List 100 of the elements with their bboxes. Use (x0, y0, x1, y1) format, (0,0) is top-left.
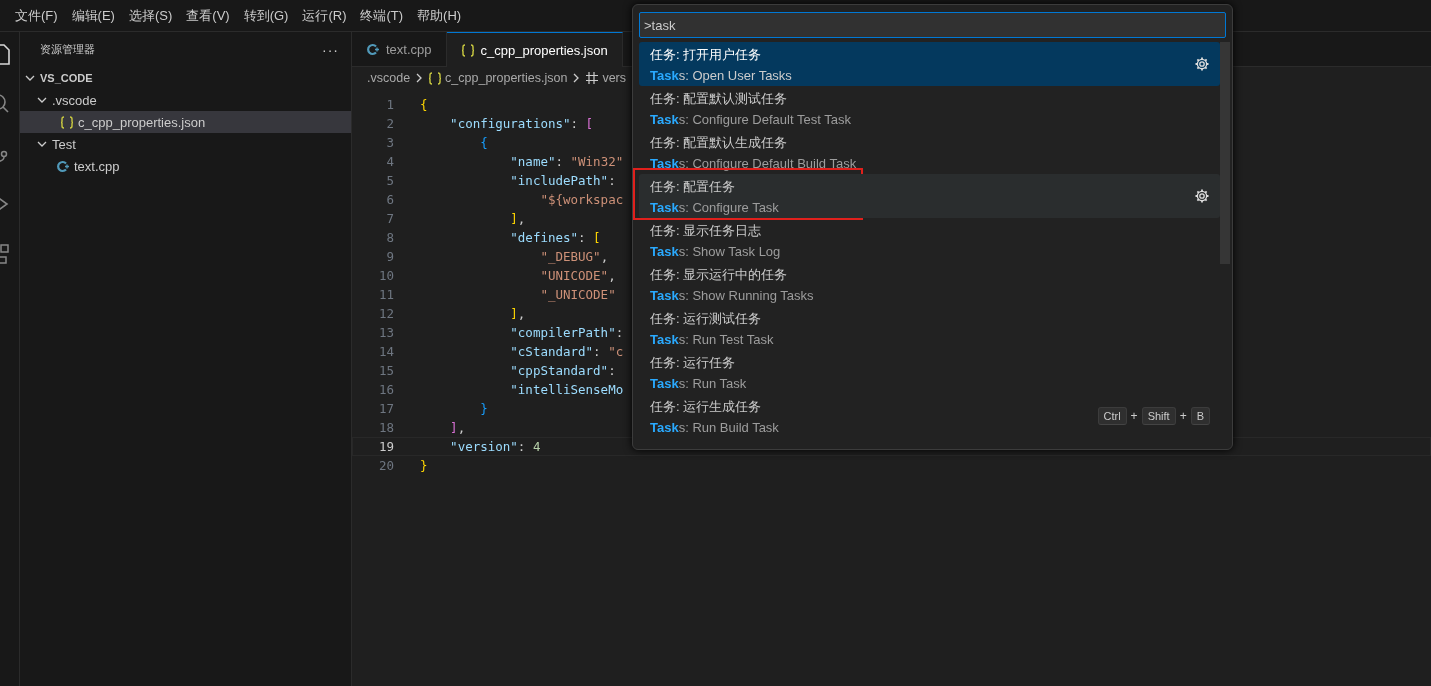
command-item[interactable]: 任务: 显示任务日志 Tasks: Show Task Log (639, 218, 1220, 262)
scrollbar-thumb[interactable] (1220, 42, 1230, 264)
menu-item[interactable]: 查看(V) (179, 6, 237, 25)
key-cap: B (1190, 407, 1210, 425)
code-line: "${workspac (539, 192, 624, 207)
breadcrumb-item[interactable]: vers (602, 71, 626, 85)
command-label: 任务: 配置默认生成任务 (650, 133, 789, 152)
line-number: 6 (385, 192, 395, 207)
hash-icon (585, 71, 600, 85)
command-detail: Tasks: Show Running Tasks (650, 287, 815, 303)
command-label: 任务: 显示任务日志 (650, 221, 763, 240)
line-number: 8 (385, 230, 395, 245)
plus-sign: + (1179, 409, 1187, 423)
command-label: 任务: 运行测试任务 (650, 309, 763, 328)
command-detail: Tasks: Configure Default Build Task (650, 155, 858, 171)
plus-sign: + (1130, 409, 1138, 423)
code-line: "version": 4 (449, 439, 541, 454)
menu-item[interactable]: 转到(G) (236, 6, 296, 25)
command-label: 任务: 显示运行中的任务 (650, 265, 789, 284)
panel-title: 资源管理器 (40, 42, 95, 57)
key-cap: Shift (1141, 407, 1176, 425)
menu-item[interactable]: 文件(F) (8, 6, 65, 25)
code-line: "configurations": [ (449, 116, 594, 131)
line-number: 1 (385, 97, 395, 112)
code-line: "name": "Win32" (509, 154, 624, 169)
line-number: 14 (377, 344, 395, 359)
line-number: 9 (385, 249, 395, 264)
command-item[interactable]: 任务: 运行测试任务 Tasks: Run Test Task (639, 306, 1220, 350)
code-line: "intelliSenseMo (509, 382, 624, 397)
command-item[interactable]: 任务: 配置默认测试任务 Tasks: Configure Default Test Task (639, 86, 1220, 130)
breadcrumb-item[interactable]: c_cpp_properties.json (445, 71, 568, 85)
command-label: 任务: 运行生成任务 (650, 397, 763, 416)
menu-item[interactable]: 编辑(E) (64, 6, 122, 25)
line-number: 2 (385, 116, 395, 131)
tree-item[interactable]: text.cpp (20, 155, 351, 177)
menu-item[interactable]: 帮助(H) (410, 6, 469, 25)
menu-item[interactable]: 终端(T) (353, 6, 411, 25)
line-number: 20 (377, 458, 395, 473)
braces-icon (428, 70, 443, 86)
command-label: 任务: 运行任务 (650, 353, 737, 372)
line-number: 12 (377, 306, 395, 321)
tree-item[interactable]: VS_CODE (20, 67, 351, 89)
command-detail: Tasks: Run Build Task (650, 419, 780, 435)
line-number: 4 (385, 154, 395, 169)
c-plus-icon (56, 158, 70, 174)
line-number: 3 (385, 135, 395, 150)
line-number: 11 (377, 287, 395, 302)
code-line: "cStandard": "c (509, 344, 624, 359)
key-cap: Ctrl (1097, 407, 1127, 425)
command-item[interactable]: 任务: 运行任务 Tasks: Run Task (639, 350, 1220, 394)
line-number: 10 (377, 268, 395, 283)
code-line: "UNICODE", (539, 268, 616, 283)
command-item[interactable]: 任务: 配置默认生成任务 Tasks: Configure Default Build Task (639, 130, 1220, 174)
code-line: "_DEBUG", (539, 249, 609, 264)
code-line: { (420, 97, 428, 112)
command-detail: Tasks: Open User Tasks (650, 67, 793, 83)
code-line: "compilerPath": (509, 325, 624, 340)
command-item[interactable]: 任务: 运行生成任务 Tasks: Run Build Task Ctrl + Shift + B (639, 394, 1220, 438)
tree-item[interactable]: c_cpp_properties.json (20, 111, 351, 133)
line-number: 15 (377, 363, 395, 378)
line-number: 17 (377, 401, 395, 416)
menu-item[interactable]: 选择(S) (121, 6, 180, 25)
editor-tab[interactable]: c_cpp_properties.json (446, 32, 623, 67)
line-number: 5 (385, 173, 395, 188)
command-label: 任务: 配置默认测试任务 (650, 89, 789, 108)
command-item[interactable]: 任务: 打开用户任务 Tasks: Open User Tasks (639, 42, 1220, 86)
command-detail: Tasks: Show Task Log (650, 243, 782, 259)
line-number: 18 (377, 420, 395, 435)
line-number: 19 (377, 439, 395, 454)
code-line: "defines": [ (509, 230, 601, 245)
code-line: } (479, 401, 488, 416)
command-label: 任务: 打开用户任务 (650, 45, 763, 64)
command-item[interactable]: 任务: 显示运行中的任务 Tasks: Show Running Tasks (639, 262, 1220, 306)
command-detail: Tasks: Run Test Task (650, 331, 775, 347)
code-line: "includePath": (509, 173, 616, 188)
line-number: 13 (377, 325, 395, 340)
code-line: "cppStandard": (509, 363, 616, 378)
code-line: } (420, 458, 428, 473)
code-line: ], (509, 306, 526, 321)
c-plus-icon (366, 41, 380, 57)
tree-item[interactable]: Test (20, 133, 351, 155)
braces-icon (460, 42, 475, 58)
code-line: "_UNICODE" (539, 287, 616, 302)
tree-item[interactable]: .vscode (20, 89, 351, 111)
code-line: { (479, 135, 488, 150)
command-label: 任务: 配置任务 (650, 177, 737, 196)
editor-tab[interactable]: text.cpp (352, 32, 447, 66)
menu-item[interactable]: 运行(R) (295, 6, 354, 25)
more-actions-button[interactable]: ··· (322, 41, 339, 58)
command-detail: Tasks: Configure Default Test Task (650, 111, 852, 127)
breadcrumb-item[interactable]: .vscode (367, 71, 411, 85)
line-number: 16 (377, 382, 395, 397)
command-input[interactable]: >task (639, 12, 1226, 38)
command-item[interactable]: 任务: 配置任务 Tasks: Configure Task (639, 174, 1220, 218)
command-detail: Tasks: Configure Task (650, 199, 780, 215)
command-detail: Tasks: Run Task (650, 375, 748, 391)
code-line: ], (449, 420, 466, 435)
line-number: 7 (385, 211, 395, 226)
code-line: ], (509, 211, 526, 226)
braces-icon (60, 114, 74, 130)
